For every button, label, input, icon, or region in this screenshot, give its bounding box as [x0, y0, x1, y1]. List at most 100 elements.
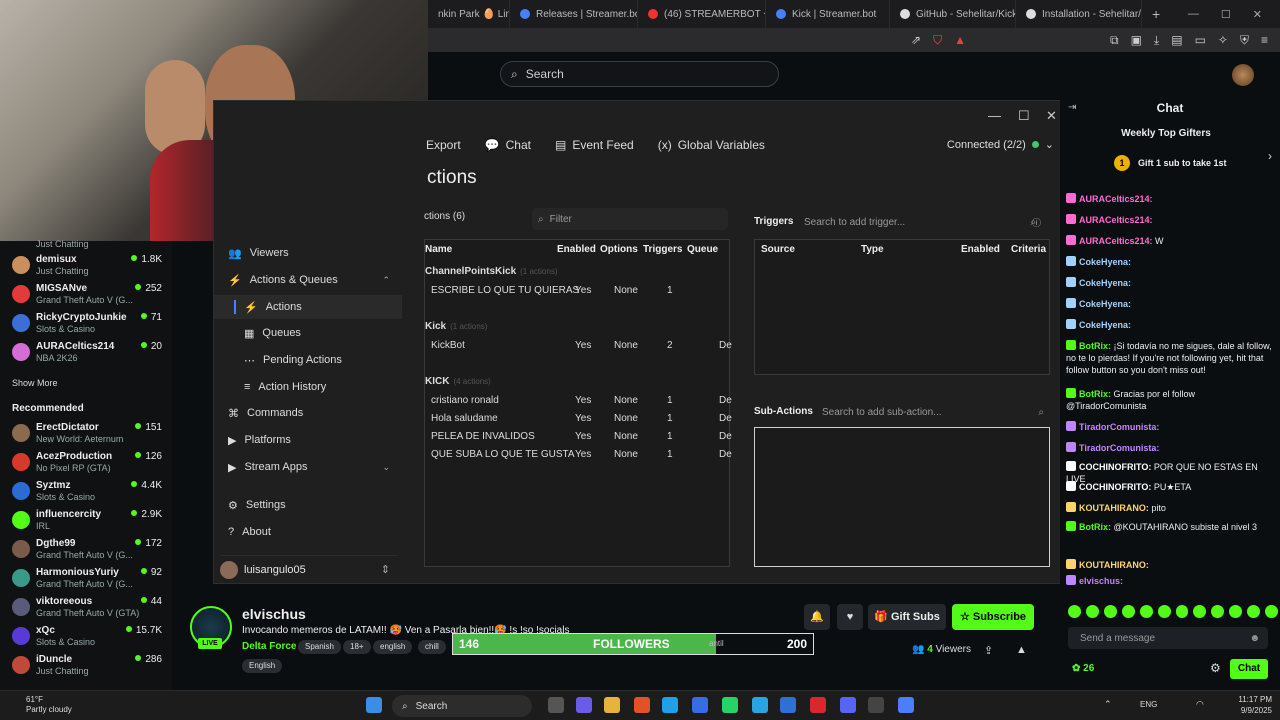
chevron-up-icon[interactable]: ⌃	[1104, 699, 1112, 710]
chat-message-input[interactable]: Send a message ☻	[1068, 627, 1268, 649]
file-explorer-icon[interactable]	[604, 697, 620, 713]
wifi-icon[interactable]: ◠	[1196, 699, 1204, 710]
stream-category[interactable]: Delta Force	[242, 641, 296, 652]
stream-language-tag[interactable]: English	[242, 659, 283, 673]
nav-stream-apps[interactable]: ▶ Stream Apps ⌄	[228, 455, 400, 479]
extensions-icon[interactable]: ⧉	[1110, 33, 1119, 48]
nav-settings[interactable]: ⚙ Settings	[228, 493, 400, 517]
chat-username[interactable]: TiradorComunista:	[1079, 422, 1159, 432]
gear-icon[interactable]: ⚙	[1210, 661, 1221, 675]
subactions-area[interactable]	[754, 427, 1050, 567]
chat-username[interactable]: BotRix:	[1079, 389, 1111, 399]
column-header[interactable]: Name	[425, 244, 452, 255]
chat-username[interactable]: BotRix:	[1079, 522, 1111, 532]
stream-tag[interactable]: english	[373, 640, 413, 654]
screenshot-icon[interactable]: ▣	[1131, 33, 1142, 47]
whatsapp-icon[interactable]	[722, 697, 738, 713]
download-icon[interactable]: ⤓	[1154, 33, 1159, 48]
info-icon[interactable]: ⓘ	[1032, 216, 1041, 229]
nav-action-history[interactable]: ≡ Action History	[244, 375, 416, 399]
emote-icon[interactable]	[1068, 605, 1081, 618]
chat-username[interactable]: CokeHyena:	[1079, 299, 1131, 309]
sidebar-channel[interactable]: demisux Just Chatting 1.8K	[12, 253, 162, 281]
nav-platforms[interactable]: ▶ Platforms	[228, 428, 400, 452]
emote-icon[interactable]	[1175, 605, 1189, 618]
action-group-header[interactable]: ChannelPointsKick (1 actions)	[425, 266, 558, 277]
weather-widget[interactable]: 61°F Partly cloudy	[8, 695, 72, 715]
sidebar-channel[interactable]: iDuncle Just Chatting 286	[12, 653, 162, 681]
sidebar-channel[interactable]: AURACeltics214 NBA 2K26 20	[12, 340, 162, 368]
action-row[interactable]: QUE SUBA LO QUE TE GUSTA Yes None 1 De	[425, 449, 732, 467]
browser-tab[interactable]: nkin Park 🥚 Linkin	[428, 0, 510, 28]
chat-username[interactable]: KOUTAHIRANO:	[1079, 560, 1149, 570]
browser-tab[interactable]: GitHub - Sehelitar/Kick.bo	[890, 0, 1016, 28]
nav-viewers[interactable]: 👥 Viewers	[228, 241, 400, 265]
trigger-search-input[interactable]: Search to add trigger... ⌕	[800, 211, 1042, 233]
column-header[interactable]: Criteria	[1011, 244, 1046, 255]
menu-chat[interactable]: 💬 Chat	[485, 138, 531, 152]
nav-about[interactable]: ? About	[228, 520, 400, 544]
action-group-header[interactable]: Kick (1 actions)	[425, 321, 487, 332]
stream-tag[interactable]: Spanish	[298, 640, 341, 654]
close-icon[interactable]: ✕	[1046, 108, 1057, 124]
user-account[interactable]: luisangulo05 ⇕	[220, 555, 398, 581]
store-icon[interactable]	[692, 697, 708, 713]
maximize-icon[interactable]: ☐	[1221, 8, 1231, 21]
sidebar-channel[interactable]: Dgthe99 Grand Theft Auto V (G... 172	[12, 537, 162, 565]
nav-commands[interactable]: ⌘ Commands	[228, 401, 400, 425]
column-header[interactable]: Queue	[687, 244, 718, 255]
action-row[interactable]: KickBot Yes None 2 De	[425, 340, 732, 358]
chat-username[interactable]: CokeHyena:	[1079, 278, 1131, 288]
sidebar-channel[interactable]: MIGSANve Grand Theft Auto V (G... 252	[12, 282, 162, 310]
sidebar-channel[interactable]: influencercity IRL 2.9K	[12, 508, 162, 536]
notification-bell-icon[interactable]: 🔔	[804, 604, 830, 630]
kick-search-input[interactable]: ⌕ Search	[500, 61, 779, 87]
chat-username[interactable]: CokeHyena:	[1079, 257, 1131, 267]
new-tab-icon[interactable]: +	[1142, 0, 1170, 28]
brave-icon[interactable]	[634, 697, 650, 713]
sidebar-channel[interactable]: HarmoniousYuriy Grand Theft Auto V (G... 9…	[12, 566, 162, 594]
sidebar-channel[interactable]: viktoreeous Grand Theft Auto V (GTA) 44	[12, 595, 162, 623]
copilot-icon[interactable]	[576, 697, 592, 713]
brave-shield-icon[interactable]: ⛉	[933, 33, 942, 48]
language-indicator[interactable]: ENG	[1140, 700, 1157, 709]
menu-icon[interactable]: ≡	[1261, 33, 1268, 47]
emote-icon[interactable]	[1103, 605, 1117, 618]
chat-send-button[interactable]: Chat	[1230, 659, 1268, 679]
windows-start-icon[interactable]	[366, 697, 382, 713]
action-row[interactable]: Hola saludame Yes None 1 De	[425, 413, 732, 431]
discord-icon[interactable]	[840, 697, 856, 713]
gift-subs-button[interactable]: 🎁 Gift Subs	[868, 604, 946, 630]
emote-icon[interactable]	[1211, 605, 1225, 618]
menu-export[interactable]: Export	[426, 138, 461, 152]
show-more-link[interactable]: Show More	[12, 378, 58, 388]
column-header[interactable]: Source	[761, 244, 795, 255]
maximize-icon[interactable]: ☐	[1018, 108, 1030, 124]
menu-event-feed[interactable]: ▤ Event Feed	[555, 138, 634, 152]
telegram-icon[interactable]	[752, 697, 768, 713]
sidebar-channel[interactable]: xQc Slots & Casino 15.7K	[12, 624, 162, 652]
emote-icon[interactable]	[1085, 605, 1099, 618]
gifters-cta[interactable]: 1 Gift 1 sub to take 1st	[1114, 155, 1227, 171]
heart-icon[interactable]: ♥	[837, 604, 863, 630]
action-row[interactable]: cristiano ronald Yes None 1 De	[425, 395, 732, 413]
connection-status[interactable]: Connected (2/2) ⌄	[947, 138, 1054, 151]
chat-username[interactable]: CokeHyena:	[1079, 320, 1131, 330]
emote-icon[interactable]	[1193, 605, 1207, 618]
column-header[interactable]: Triggers	[643, 244, 682, 255]
stream-tag[interactable]: chill	[418, 640, 446, 654]
chat-username[interactable]: AURACeltics214:	[1079, 236, 1153, 246]
chat-username[interactable]: BotRix:	[1079, 341, 1111, 351]
chat-username[interactable]: TiradorComunista:	[1079, 443, 1159, 453]
edge-icon[interactable]	[662, 697, 678, 713]
minimize-icon[interactable]: —	[988, 108, 1001, 123]
wallet-icon[interactable]: ▭	[1195, 33, 1206, 47]
browser-tab[interactable]: Releases | Streamer.bot	[510, 0, 638, 28]
clock[interactable]: 11:17 PM 9/9/2025	[1222, 694, 1272, 716]
report-icon[interactable]: ▲	[1016, 644, 1027, 656]
column-header[interactable]: Enabled	[557, 244, 596, 255]
sidebar-channel[interactable]: RickyCryptoJunkie Slots & Casino 71	[12, 311, 162, 339]
chevron-right-icon[interactable]: ›	[1268, 149, 1272, 163]
subscribe-button[interactable]: ☆ Subscribe	[952, 604, 1034, 630]
browser-tab[interactable]: Kick | Streamer.bot	[766, 0, 890, 28]
